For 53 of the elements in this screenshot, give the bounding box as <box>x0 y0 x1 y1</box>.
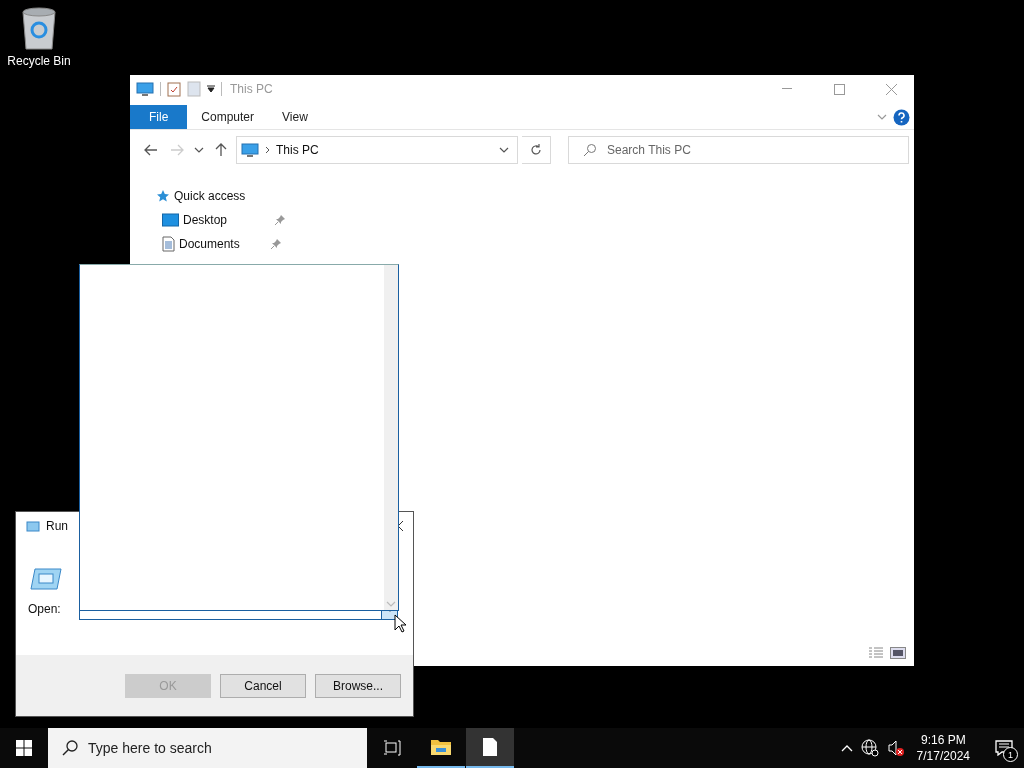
pin-icon <box>275 215 285 225</box>
large-icons-view-icon[interactable] <box>890 647 906 659</box>
search-icon <box>583 143 597 157</box>
chat-bubble-icon[interactable] <box>995 740 1013 756</box>
notification-count: 1 <box>1003 747 1018 762</box>
document-icon <box>162 236 175 252</box>
customize-dropdown-icon[interactable] <box>207 85 215 93</box>
file-menu[interactable]: File <box>130 105 188 129</box>
search-field[interactable]: Search This PC <box>568 136 909 164</box>
recycle-bin-icon[interactable] <box>19 6 59 50</box>
desktop-icon <box>162 213 179 227</box>
address-bar[interactable]: This PC <box>236 136 518 164</box>
show-hidden-icons-button[interactable] <box>840 744 853 752</box>
taskbar-search-field[interactable]: Type here to search <box>48 728 367 768</box>
windows-logo-icon[interactable] <box>16 740 32 756</box>
desktop-icon-label: Recycle Bin <box>7 54 71 68</box>
folder-icon <box>430 738 452 756</box>
help-icon[interactable] <box>893 108 910 126</box>
dialog-title: Run <box>46 519 68 533</box>
tree-item[interactable]: Desktop <box>156 211 914 229</box>
search-icon <box>62 740 78 756</box>
ribbon-tab[interactable]: View <box>268 105 322 129</box>
speaker-muted-icon[interactable] <box>886 739 905 757</box>
run-icon <box>26 520 40 532</box>
network-globe-icon[interactable] <box>860 739 879 757</box>
refresh-icon <box>530 144 542 156</box>
taskbar-app-button[interactable] <box>466 728 514 768</box>
tree-item[interactable]: Documents <box>156 235 914 253</box>
task-view-icon[interactable] <box>383 740 401 756</box>
dialog-button[interactable]: Cancel <box>220 673 306 698</box>
chevron-right-icon <box>265 146 270 154</box>
mouse-pointer-icon <box>394 614 406 633</box>
field-label: Open: <box>28 602 62 616</box>
ribbon-tab[interactable]: Computer <box>187 105 269 129</box>
back-arrow-icon[interactable] <box>144 144 158 156</box>
tree-item[interactable]: Quick access <box>156 187 914 205</box>
refresh-button[interactable] <box>522 136 551 164</box>
up-arrow-icon[interactable] <box>215 143 227 157</box>
pin-icon <box>271 239 281 249</box>
maximize-icon[interactable] <box>833 83 845 95</box>
window-title: This PC <box>230 82 273 96</box>
document-icon <box>482 737 498 757</box>
chevron-down-icon[interactable] <box>194 147 204 153</box>
minimize-icon[interactable] <box>782 88 792 90</box>
chevron-down-icon[interactable] <box>499 147 509 153</box>
close-icon[interactable] <box>885 83 897 95</box>
properties-icon[interactable] <box>167 81 181 97</box>
clock[interactable]: 9:16 PM 7/17/2024 <box>916 732 970 764</box>
computer-icon <box>241 142 259 158</box>
computer-icon <box>136 81 154 97</box>
run-icon <box>30 568 62 590</box>
dialog-button[interactable]: Browse... <box>315 673 401 698</box>
star-icon <box>156 189 170 203</box>
